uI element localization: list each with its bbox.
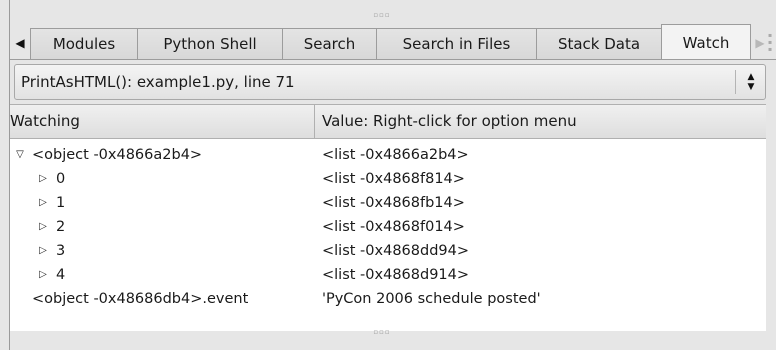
table-row[interactable]: ▷ 1 <list -0x4868fb14>	[10, 191, 766, 215]
triangle-right-outline-icon[interactable]: ▷	[36, 215, 50, 239]
stack-context-select[interactable]: PrintAsHTML(): example1.py, line 71 ▲ ▼	[14, 64, 766, 100]
watch-panel: ▫▫▫ ◀ Modules Python Shell Search Search…	[0, 0, 776, 350]
table-row[interactable]: ▷ 3 <list -0x4868dd94>	[10, 239, 766, 263]
watch-value: <list -0x4868d914>	[322, 267, 470, 283]
tab-label: Python Shell	[163, 35, 257, 53]
watch-value: <list -0x4868f814>	[322, 171, 465, 187]
tab-bar-grip-icon: ▪ ▪ ▪	[768, 32, 773, 53]
column-header-watching[interactable]: Watching	[10, 105, 80, 138]
tool-tab-bar: ◀ Modules Python Shell Search Search in …	[10, 20, 776, 60]
tab-label: Stack Data	[557, 35, 641, 53]
tab-bar-divider	[10, 59, 776, 60]
table-row[interactable]: ▷ 2 <list -0x4868f014>	[10, 215, 766, 239]
column-divider[interactable]	[314, 105, 315, 138]
tab-label: Search	[303, 35, 356, 53]
bottom-resize-grip[interactable]: ▫▫▫	[370, 329, 394, 336]
context-selected-value: PrintAsHTML(): example1.py, line 71	[21, 73, 295, 91]
tab-search[interactable]: Search	[282, 28, 377, 59]
watch-name: 4	[56, 267, 66, 283]
tab-scroll-left-icon[interactable]: ◀	[10, 27, 30, 59]
watch-name: <object -0x48686db4>.event	[32, 291, 249, 307]
table-row[interactable]: ▷ 4 <list -0x4868d914>	[10, 263, 766, 287]
triangle-right-outline-icon[interactable]: ▷	[36, 239, 50, 263]
table-row[interactable]: ▷ 0 <list -0x4868f814>	[10, 167, 766, 191]
tab-label: Watch	[682, 33, 730, 52]
watch-name: 1	[56, 195, 66, 211]
triangle-right-outline-icon[interactable]: ▷	[36, 167, 50, 191]
tab-modules[interactable]: Modules	[30, 28, 138, 59]
tab-label: Search in Files	[402, 35, 511, 53]
up-down-arrows-icon[interactable]: ▲ ▼	[739, 68, 763, 96]
top-resize-grip[interactable]: ▫▫▫	[370, 12, 394, 19]
watch-value: <list -0x4868f014>	[322, 219, 465, 235]
tab-python-shell[interactable]: Python Shell	[137, 28, 283, 59]
watch-value: 'PyCon 2006 schedule posted'	[322, 291, 541, 307]
watch-value: <list -0x4868fb14>	[322, 195, 465, 211]
watch-table: Watching Value: Right-click for option m…	[10, 104, 766, 332]
watch-name: 3	[56, 243, 66, 259]
table-row[interactable]: ▽ <object -0x4866a2b4> <list -0x4866a2b4…	[10, 143, 766, 167]
tab-watch[interactable]: Watch	[661, 24, 751, 60]
watch-name: 0	[56, 171, 66, 187]
tab-label: Modules	[52, 35, 116, 53]
watch-value: <list -0x4868dd94>	[322, 243, 470, 259]
column-header-value[interactable]: Value: Right-click for option menu	[322, 105, 577, 138]
context-divider	[735, 70, 736, 94]
tab-stack-data[interactable]: Stack Data	[536, 28, 662, 59]
watch-name: 2	[56, 219, 66, 235]
triangle-down-outline-icon[interactable]: ▽	[13, 143, 27, 167]
tab-search-in-files[interactable]: Search in Files	[376, 28, 537, 59]
tab-scroll-right-icon[interactable]: ▶	[753, 27, 767, 59]
watch-name: <object -0x4866a2b4>	[32, 147, 203, 163]
triangle-right-outline-icon[interactable]: ▷	[36, 263, 50, 287]
table-header: Watching Value: Right-click for option m…	[10, 105, 766, 139]
table-row[interactable]: <object -0x48686db4>.event 'PyCon 2006 s…	[10, 287, 766, 311]
triangle-right-outline-icon[interactable]: ▷	[36, 191, 50, 215]
watch-value: <list -0x4866a2b4>	[322, 147, 469, 163]
